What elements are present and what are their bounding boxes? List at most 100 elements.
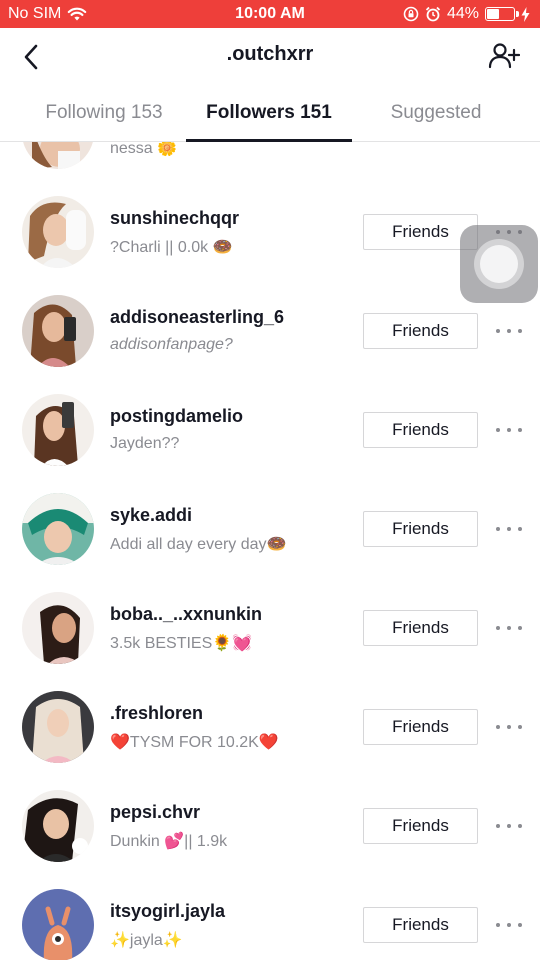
dot (518, 428, 522, 432)
list-item[interactable]: nessa 🌼 (0, 142, 540, 196)
avatar-image (22, 691, 94, 763)
follower-username[interactable]: pepsi.chvr (110, 802, 200, 823)
dot (507, 923, 511, 927)
friends-button[interactable]: Friends (363, 808, 478, 844)
avatar[interactable] (22, 493, 94, 565)
avatar[interactable] (22, 592, 94, 664)
follower-bio: ✨jayla✨ (110, 932, 183, 949)
more-options-button[interactable] (496, 620, 522, 636)
friends-button[interactable]: Friends (363, 907, 478, 943)
follower-bio: nessa 🌼 (110, 142, 178, 157)
dot (518, 725, 522, 729)
more-options-button[interactable] (496, 917, 522, 933)
list-item[interactable]: syke.addi Addi all day every day🍩 Friend… (0, 493, 540, 592)
carrier-label: No SIM (8, 5, 62, 22)
follower-username[interactable]: .freshloren (110, 703, 203, 724)
charging-bolt-icon (521, 6, 530, 22)
follower-bio: addisonfanpage? (110, 336, 233, 353)
dot (507, 626, 511, 630)
follower-bio: 3.5k BESTIES🌻💓 (110, 635, 253, 652)
add-user-icon (488, 43, 520, 69)
alarm-icon (425, 6, 441, 22)
follower-username[interactable]: addisoneasterling_6 (110, 307, 284, 328)
more-options-button[interactable] (496, 719, 522, 735)
avatar-image (22, 295, 94, 367)
list-item[interactable]: itsyogirl.jayla ✨jayla✨ Friends (0, 889, 540, 960)
assistive-touch-icon (474, 239, 524, 289)
friends-button[interactable]: Friends (363, 709, 478, 745)
list-item[interactable]: addisoneasterling_6 addisonfanpage? Frie… (0, 295, 540, 394)
follower-username[interactable]: syke.addi (110, 505, 192, 526)
friends-button[interactable]: Friends (363, 610, 478, 646)
battery-percent: 44% (446, 5, 479, 22)
battery-fill (487, 9, 500, 19)
friends-button[interactable]: Friends (363, 313, 478, 349)
dot (518, 824, 522, 828)
header-bar: .outchxrr (0, 28, 540, 84)
avatar[interactable] (22, 142, 94, 169)
dot (518, 626, 522, 630)
tab-followers[interactable]: Followers 151 (186, 84, 352, 142)
more-options-button[interactable] (496, 521, 522, 537)
dot (518, 329, 522, 333)
friends-button[interactable]: Friends (363, 412, 478, 448)
more-options-button[interactable] (496, 323, 522, 339)
avatar[interactable] (22, 394, 94, 466)
avatar-image (22, 592, 94, 664)
avatar[interactable] (22, 889, 94, 960)
dot (507, 824, 511, 828)
dot (507, 725, 511, 729)
follower-username[interactable]: sunshinechqqr (110, 208, 239, 229)
avatar[interactable] (22, 295, 94, 367)
list-item[interactable]: postingdamelio Jayden?? Friends (0, 394, 540, 493)
dot (496, 428, 500, 432)
follower-bio: Addi all day every day🍩 (110, 536, 287, 553)
status-bar: No SIM 10:00 AM 44% (0, 0, 540, 28)
followers-list[interactable]: nessa 🌼 sunshinechqqr ?Charli || 0.0k 🍩 … (0, 142, 540, 960)
tab-following[interactable]: Following 153 (22, 84, 186, 142)
avatar-image (22, 493, 94, 565)
avatar-image (22, 394, 94, 466)
wifi-icon (68, 7, 87, 20)
more-options-button[interactable] (496, 422, 522, 438)
dot (496, 329, 500, 333)
avatar-image (22, 889, 94, 960)
follower-bio: Jayden?? (110, 435, 180, 452)
follower-username[interactable]: postingdamelio (110, 406, 243, 427)
friends-button[interactable]: Friends (363, 511, 478, 547)
avatar-image (22, 790, 94, 862)
follower-bio: ❤️TYSM FOR 10.2K❤️ (110, 734, 279, 751)
add-user-button[interactable] (486, 38, 522, 74)
avatar-image (22, 196, 94, 268)
dot (518, 923, 522, 927)
more-options-button[interactable] (496, 818, 522, 834)
dot (496, 824, 500, 828)
dot (518, 527, 522, 531)
list-item[interactable]: boba.._..xxnunkin 3.5k BESTIES🌻💓 Friends (0, 592, 540, 691)
avatar-image (22, 142, 94, 169)
orientation-lock-icon (403, 6, 419, 22)
list-item[interactable]: sunshinechqqr ?Charli || 0.0k 🍩 Friends (0, 196, 540, 295)
avatar[interactable] (22, 196, 94, 268)
follower-username[interactable]: boba.._..xxnunkin (110, 604, 262, 625)
follower-bio: ?Charli || 0.0k 🍩 (110, 239, 233, 256)
avatar[interactable] (22, 691, 94, 763)
dot (496, 923, 500, 927)
follower-bio: Dunkin 💕|| 1.9k (110, 833, 228, 850)
battery-icon (485, 7, 519, 21)
follower-username[interactable]: itsyogirl.jayla (110, 901, 225, 922)
page-title: .outchxrr (226, 43, 314, 65)
tab-suggested[interactable]: Suggested (352, 84, 520, 142)
list-item[interactable]: pepsi.chvr Dunkin 💕|| 1.9k Friends (0, 790, 540, 889)
dot (507, 329, 511, 333)
dot (496, 527, 500, 531)
dot (507, 428, 511, 432)
avatar[interactable] (22, 790, 94, 862)
assistive-touch-button[interactable] (460, 225, 538, 303)
dot (496, 725, 500, 729)
list-item[interactable]: .freshloren ❤️TYSM FOR 10.2K❤️ Friends (0, 691, 540, 790)
follow-tabs: Following 153 Followers 151 Suggested (0, 84, 540, 142)
dot (496, 626, 500, 630)
status-left: No SIM (8, 5, 87, 23)
status-right: 44% (403, 5, 530, 23)
